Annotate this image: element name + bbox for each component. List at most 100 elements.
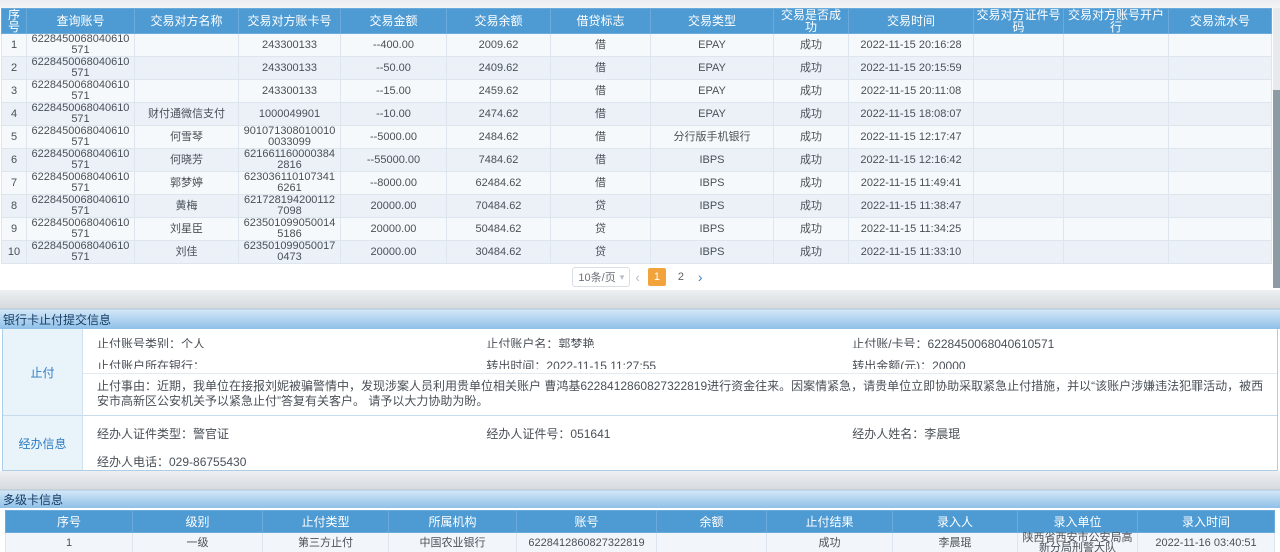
table-cell (1169, 195, 1272, 218)
table-cell: EPAY (651, 34, 774, 57)
table-cell: 贷 (551, 218, 651, 241)
table-cell (1064, 57, 1169, 80)
table-cell: 6 (2, 149, 27, 172)
table-cell: 3 (2, 80, 27, 103)
table-row[interactable]: 16228450068040610571 243300133--400.00200… (2, 34, 1272, 57)
table-cell: 2022-11-15 20:11:08 (849, 80, 974, 103)
multi-card-body: 1一级第三方止付中国农业银行6228412860827322819成功李晨琨陕西… (6, 533, 1275, 552)
table-cell (974, 195, 1064, 218)
column-header: 交易金额 (341, 9, 447, 34)
table-cell: 借 (551, 57, 651, 80)
table-cell (1169, 218, 1272, 241)
field-handler-name: 经办人姓名：李晨琨 (852, 425, 1277, 442)
column-header: 余额 (657, 511, 767, 533)
table-cell (1169, 149, 1272, 172)
table-cell: 1 (2, 34, 27, 57)
table-cell (974, 103, 1064, 126)
field-card-no: 止付账/卡号：6228450068040610571 (852, 335, 1277, 348)
table-cell: 刘佳 (135, 241, 239, 264)
table-cell: 2009.62 (447, 34, 551, 57)
table-row[interactable]: 36228450068040610571243300133--15.002459… (2, 80, 1272, 103)
handler-row-label: 经办信息 (3, 416, 83, 470)
table-cell: 6228450068040610571 (27, 149, 135, 172)
table-cell: 243300133 (239, 80, 341, 103)
divider-band (0, 471, 1280, 490)
table-cell: 50484.62 (447, 218, 551, 241)
table-row[interactable]: 56228450068040610571何雪琴90107130801001000… (2, 126, 1272, 149)
table-cell: 6228412860827322819 (517, 533, 657, 552)
next-page-button[interactable]: › (698, 267, 703, 287)
table-row[interactable]: 96228450068040610571刘星臣62350109905001451… (2, 218, 1272, 241)
table-cell: 2 (2, 57, 27, 80)
table-cell (1169, 57, 1272, 80)
table-row[interactable]: 66228450068040610571何晓芳62166116000038428… (2, 149, 1272, 172)
chevron-down-icon: ▾ (620, 272, 625, 283)
table-cell: 成功 (774, 103, 849, 126)
table-cell (1064, 126, 1169, 149)
column-header: 录入人 (893, 511, 1018, 533)
stop-payment-reason: 止付事由：近期，我单位在接报刘妮被骗警情中，发现涉案人员利用贵单位相关账户 曹鸿… (83, 373, 1277, 415)
table-row[interactable]: 1一级第三方止付中国农业银行6228412860827322819成功李晨琨陕西… (6, 533, 1275, 552)
table-cell: 243300133 (239, 57, 341, 80)
table-cell: 20000.00 (341, 241, 447, 264)
field-account-type: 止付账号类别：个人 (97, 335, 486, 348)
multi-card-table: 序号级别止付类型所属机构账号余额止付结果录入人录入单位录入时间 1一级第三方止付… (5, 510, 1275, 552)
table-cell: 6228450068040610571 (27, 34, 135, 57)
table-cell (657, 533, 767, 552)
page-number-2[interactable]: 2 (672, 268, 690, 286)
column-header: 借贷标志 (551, 9, 651, 34)
scrollbar-track[interactable] (1273, 8, 1280, 288)
table-cell: 243300133 (239, 34, 341, 57)
table-row[interactable]: 76228450068040610571郭梦婷62303611010734162… (2, 172, 1272, 195)
table-cell: 6228450068040610571 (27, 218, 135, 241)
table-cell (974, 241, 1064, 264)
table-cell (974, 126, 1064, 149)
scrollbar-thumb[interactable] (1273, 90, 1280, 288)
table-row[interactable]: 86228450068040610571黄梅621728194200112709… (2, 195, 1272, 218)
table-cell: 2022-11-15 18:08:07 (849, 103, 974, 126)
page-number-1[interactable]: 1 (648, 268, 666, 286)
table-cell: 6228450068040610571 (27, 172, 135, 195)
table-cell: 7 (2, 172, 27, 195)
table-cell (1064, 103, 1169, 126)
table-cell: --55000.00 (341, 149, 447, 172)
table-row[interactable]: 26228450068040610571243300133--50.002409… (2, 57, 1272, 80)
table-cell: 1 (6, 533, 133, 552)
table-cell (1064, 195, 1169, 218)
table-row[interactable]: 46228450068040610571财付通微信支付1000049901--1… (2, 103, 1272, 126)
table-cell (974, 34, 1064, 57)
table-cell: EPAY (651, 57, 774, 80)
table-cell: 2022-11-15 11:49:41 (849, 172, 974, 195)
table-cell: 6235010990500145186 (239, 218, 341, 241)
table-cell: 陕西省西安市公安局高新分局刑警大队 (1018, 533, 1138, 552)
column-header: 序号 (2, 9, 27, 34)
prev-page-button[interactable]: ‹ (635, 267, 640, 287)
stop-payment-row-label: 止付 (3, 329, 83, 415)
column-header: 录入单位 (1018, 511, 1138, 533)
table-cell (1169, 172, 1272, 195)
stop-payment-block: 止付 止付账号类别：个人 止付账户名：郭梦艳 止付账/卡号：6228450068… (3, 329, 1277, 415)
table-cell: 6228450068040610571 (27, 80, 135, 103)
column-header: 交易对方名称 (135, 9, 239, 34)
page-size-label: 10条/页 (578, 269, 615, 285)
stop-payment-section-title: 银行卡止付提交信息 (0, 309, 1280, 329)
table-cell: 2459.62 (447, 80, 551, 103)
table-cell: 成功 (774, 126, 849, 149)
column-header: 交易对方账号开户行 (1064, 9, 1169, 34)
table-cell: 成功 (774, 57, 849, 80)
table-cell (135, 57, 239, 80)
field-transfer-time: 转出时间：2022-11-15 11:27:55 (486, 357, 852, 370)
table-cell: 中国农业银行 (389, 533, 517, 552)
table-cell: --400.00 (341, 34, 447, 57)
table-cell: 6228450068040610571 (27, 57, 135, 80)
table-cell (974, 149, 1064, 172)
column-header: 止付类型 (263, 511, 389, 533)
multi-card-section-title: 多级卡信息 (0, 490, 1280, 508)
table-row[interactable]: 106228450068040610571刘佳62350109905001704… (2, 241, 1272, 264)
table-cell: 2022-11-15 11:34:25 (849, 218, 974, 241)
table-cell (1169, 241, 1272, 264)
page-size-select[interactable]: 10条/页 ▾ (572, 267, 630, 287)
table-cell (1064, 241, 1169, 264)
table-cell: 借 (551, 126, 651, 149)
table-cell: 成功 (774, 195, 849, 218)
